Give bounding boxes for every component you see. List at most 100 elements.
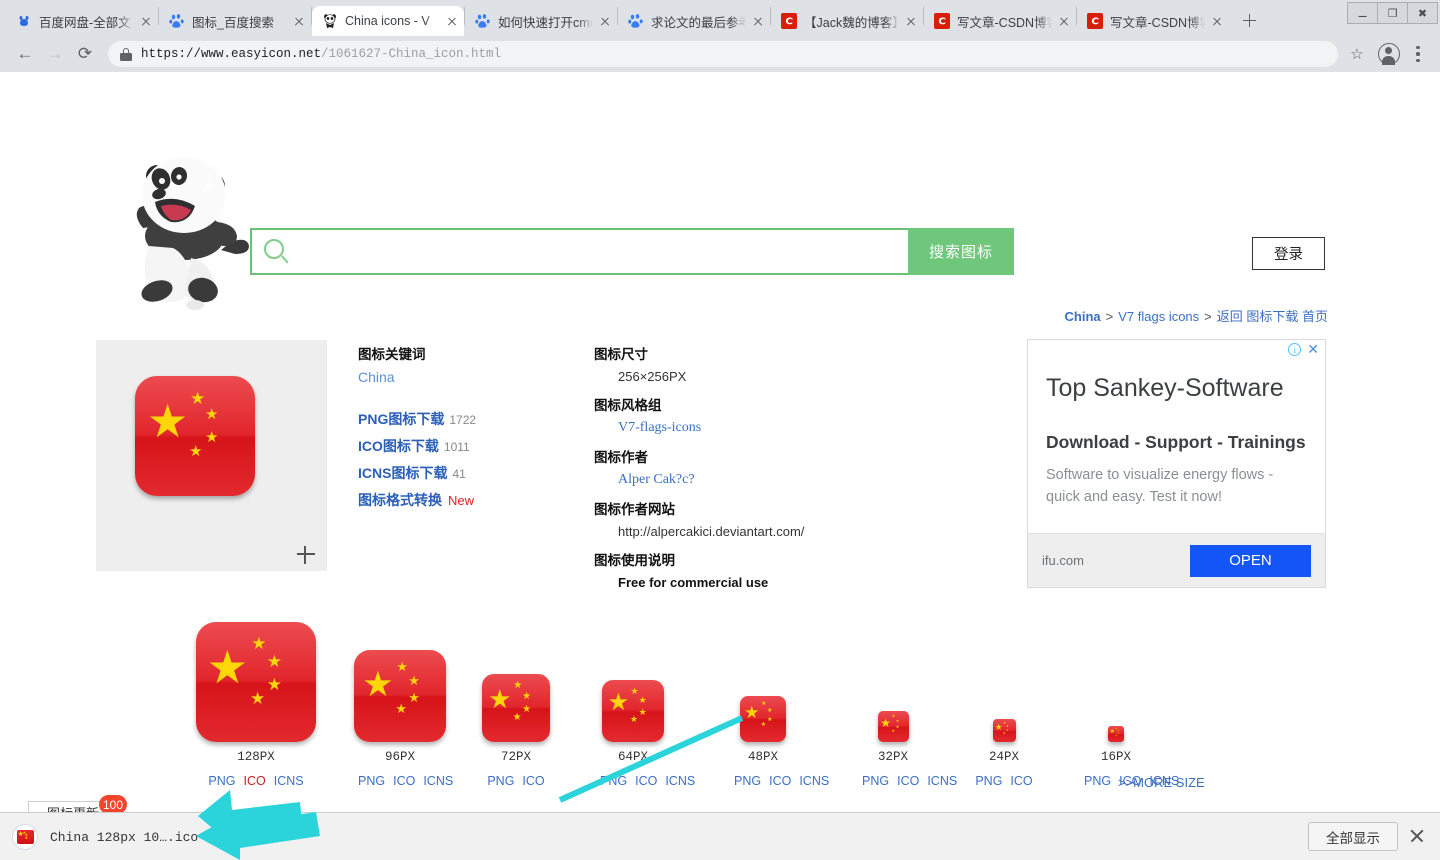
meta-value-3: http://alpercakici.deviantart.com/ (618, 524, 805, 539)
show-all-downloads-button[interactable]: 全部显示 (1308, 822, 1398, 851)
icon-size-cell-72PX: ★ ★ ★ ★ ★ 72PX PNG ICO (481, 602, 551, 788)
format-link-PNG[interactable]: PNG (487, 774, 514, 788)
tab-close-icon[interactable] (903, 13, 919, 29)
icon-meta-panel: 图标尺寸 256×256PX 图标风格组 V7-flags-icons 图标作者 Alpe… (594, 343, 994, 600)
bookmark-star-icon[interactable]: ☆ (1344, 41, 1370, 67)
restore-button[interactable]: ❐ (1377, 2, 1408, 24)
format-link-ICO[interactable]: ICO (393, 774, 415, 788)
breadcrumb-current[interactable]: China (1065, 309, 1101, 324)
meta-heading-2: 图标作者 (594, 450, 648, 465)
format-link-ICNS[interactable]: ICNS (423, 774, 453, 788)
download-item[interactable]: ★ ★ ★ ★ China 128px 10….ico ⌃ (12, 819, 218, 855)
flag-icon-48PX[interactable]: ★ ★ ★ ★ ★ (740, 696, 786, 742)
tab-close-icon[interactable] (597, 13, 613, 29)
ad-open-button[interactable]: OPEN (1190, 544, 1311, 577)
chrome-menu-icon[interactable] (1406, 41, 1430, 67)
format-link-PNG[interactable]: PNG (975, 774, 1002, 788)
tab-strip: 百度网盘-全部文 图标_百度搜索 China icons - V 如何快速打开cmd 求… (0, 0, 1440, 36)
format-link-PNG[interactable]: PNG (600, 774, 627, 788)
page-content: 搜索图标 登录 China > V7 flags icons > 返回 图标下载 首页 … (0, 72, 1440, 860)
reload-icon[interactable]: ⟳ (70, 39, 100, 69)
search-input[interactable] (250, 228, 908, 275)
breadcrumb-group[interactable]: V7 flags icons (1118, 309, 1199, 324)
icon-preview-image[interactable]: ★ ★ ★ ★ ★ (135, 376, 255, 496)
flag-icon-24PX[interactable]: ★ ★ ★ ★ ★ (992, 719, 1016, 742)
tab-close-icon[interactable] (444, 13, 460, 29)
format-link-ICO[interactable]: ICO (522, 774, 544, 788)
flag-icon-96PX[interactable]: ★ ★ ★ ★ ★ (354, 650, 446, 742)
minimize-button[interactable]: ⚊ (1347, 2, 1378, 24)
login-button[interactable]: 登录 (1252, 237, 1325, 270)
new-tab-button[interactable] (1235, 6, 1263, 34)
flag-icon-64PX[interactable]: ★ ★ ★ ★ ★ (602, 680, 664, 742)
tab-close-icon[interactable] (1209, 13, 1225, 29)
browser-tab-4[interactable]: 求论文的最后参考 (618, 6, 770, 36)
format-link-ICNS[interactable]: ICNS (665, 774, 695, 788)
ad-body-line2: quick and easy. Test it now! (1046, 488, 1222, 505)
meta-value-1[interactable]: V7-flags-icons (618, 420, 994, 436)
close-downloads-bar-icon[interactable] (1408, 827, 1426, 845)
tab-close-icon[interactable] (138, 13, 154, 29)
format-link-ICNS[interactable]: ICNS (799, 774, 829, 788)
flag-icon-72PX[interactable]: ★ ★ ★ ★ ★ (482, 674, 550, 742)
download-link[interactable]: 图标格式转换 (358, 492, 442, 508)
browser-tab-3[interactable]: 如何快速打开cmd (465, 6, 617, 36)
size-label: 48PX (747, 750, 778, 764)
format-link-ICO[interactable]: ICO (897, 774, 919, 788)
format-link-PNG[interactable]: PNG (862, 774, 889, 788)
download-link[interactable]: ICO图标下载 (358, 438, 439, 454)
download-menu-caret-icon[interactable]: ⌃ (208, 830, 218, 844)
tab-close-icon[interactable] (1056, 13, 1072, 29)
browser-tab-1[interactable]: 图标_百度搜索 (159, 6, 311, 36)
download-link[interactable]: ICNS图标下载 (358, 465, 447, 481)
address-bar[interactable]: https://www.easyicon.net/1061627-China_i… (108, 41, 1338, 67)
format-link-PNG[interactable]: PNG (734, 774, 761, 788)
format-link-PNG[interactable]: PNG (208, 774, 235, 788)
icon-size-cell-96PX: ★ ★ ★ ★ ★ 96PX PNG ICO ICNS (354, 602, 453, 788)
panda-mascot-icon (113, 150, 258, 310)
download-count: 1722 (449, 413, 477, 427)
browser-tab-0[interactable]: 百度网盘-全部文 (6, 6, 158, 36)
back-icon[interactable]: ← (10, 39, 40, 69)
format-link-ICO[interactable]: ICO (769, 774, 791, 788)
size-label: 24PX (988, 750, 1019, 764)
flag-icon-32PX[interactable]: ★ ★ ★ ★ ★ (877, 711, 909, 742)
breadcrumb: China > V7 flags icons > 返回 图标下载 首页 (1065, 306, 1328, 325)
format-link-ICO[interactable]: ICO (1010, 774, 1032, 788)
window-controls: ⚊ ❐ ✖ (1347, 2, 1438, 24)
browser-tab-6[interactable]: 写文章-CSDN博客 (924, 6, 1076, 36)
forward-icon[interactable]: → (40, 39, 70, 69)
more-size-link[interactable]: >>MORE SIZE (1118, 775, 1205, 790)
close-window-button[interactable]: ✖ (1407, 2, 1438, 24)
ad-close-icon[interactable]: ✕ (1307, 342, 1319, 356)
tab-close-icon[interactable] (750, 13, 766, 29)
format-link-ICNS[interactable]: ICNS (274, 774, 304, 788)
ad-controls: i ✕ (1288, 342, 1319, 356)
breadcrumb-back[interactable]: 返回 图标下载 首页 (1217, 309, 1328, 324)
size-label: 16PX (1100, 750, 1131, 764)
format-link-ICO[interactable]: ICO (635, 774, 657, 788)
icon-size-cell-24PX: ★ ★ ★ ★ ★ 24PX PNG ICO (968, 602, 1040, 788)
format-link-PNG[interactable]: PNG (1084, 774, 1111, 788)
format-links: PNG ICO (481, 774, 551, 788)
format-link-ICO[interactable]: ICO (243, 774, 265, 788)
browser-tab-2[interactable]: China icons - V (312, 6, 464, 36)
profile-avatar-icon[interactable] (1378, 43, 1400, 65)
tab-title: 写文章-CSDN博客 (957, 15, 1052, 30)
add-to-collection-icon[interactable] (295, 543, 317, 565)
search-button[interactable]: 搜索图标 (908, 228, 1014, 275)
format-link-ICNS[interactable]: ICNS (927, 774, 957, 788)
flag-icon-128PX[interactable]: ★ ★ ★ ★ ★ (196, 622, 316, 742)
meta-value-2[interactable]: Alper Cak?c? (618, 472, 994, 488)
download-link[interactable]: PNG图标下载 (358, 411, 444, 427)
keyword-link[interactable]: China (358, 369, 568, 385)
ad-title[interactable]: Top Sankey-Software (1046, 374, 1316, 403)
format-link-PNG[interactable]: PNG (358, 774, 385, 788)
tab-close-icon[interactable] (291, 13, 307, 29)
baidu-icon (475, 13, 491, 29)
ad-info-icon[interactable]: i (1288, 343, 1302, 356)
flag-icon-16PX[interactable]: ★ ★ ★ ★ ★ (1108, 726, 1124, 742)
browser-tab-5[interactable]: 【Jack魏的博客】 (771, 6, 923, 36)
size-label: 64PX (617, 750, 648, 764)
browser-tab-7[interactable]: 写文章-CSDN博客 (1077, 6, 1229, 36)
